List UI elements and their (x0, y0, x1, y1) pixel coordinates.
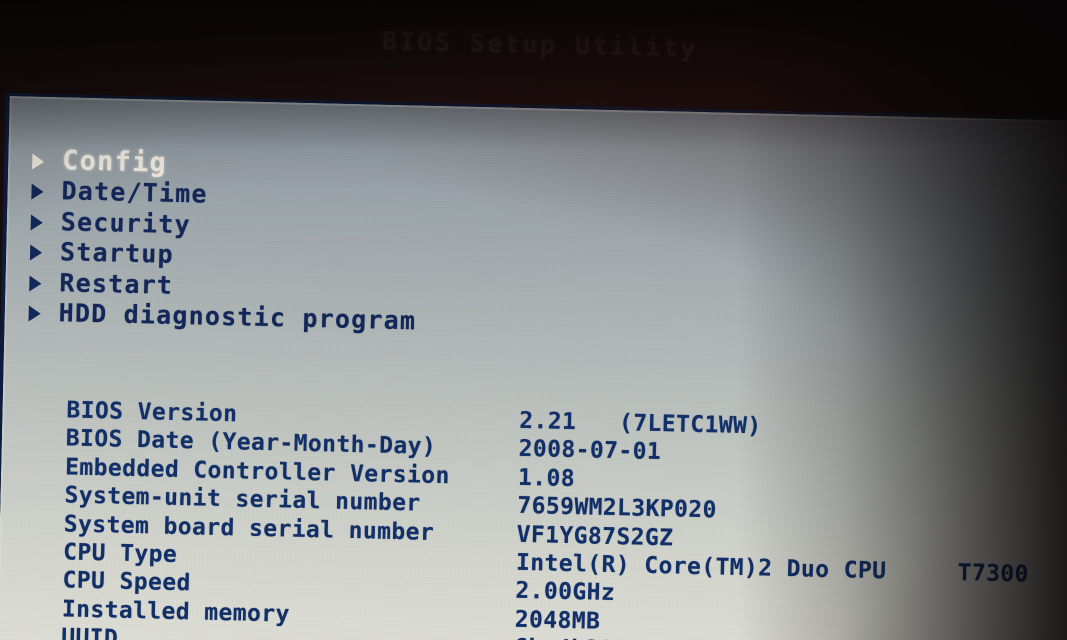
info-value: 2.00GHz (515, 578, 616, 607)
menu-item-label: Security (60, 206, 192, 239)
info-value: 1.08 (517, 464, 576, 492)
menu-item-label: HDD diagnostic program (58, 298, 417, 336)
system-information-table: BIOS Version 2.21 (7LETC1WW) BIOS Date (… (61, 397, 1033, 640)
info-value: 2008-07-01 (518, 436, 662, 466)
menu-item-label: Config (61, 144, 168, 179)
main-menu: Config Date/Time Security Startup Restar (26, 145, 420, 337)
triangle-right-icon (29, 183, 46, 200)
info-value: 2.21 (7LETC1WW) (519, 407, 762, 440)
bios-panel: Config Date/Time Security Startup Restar (0, 92, 1067, 640)
triangle-right-icon (26, 305, 43, 322)
menu-item-label: Startup (59, 237, 175, 270)
page-title: BIOS Setup Utility (381, 26, 698, 62)
menu-item-label: Date/Time (61, 176, 209, 209)
triangle-right-icon (30, 152, 47, 169)
title-band: BIOS Setup Utility (0, 0, 1067, 96)
menu-item-label: Restart (59, 267, 174, 300)
triangle-right-icon (29, 213, 46, 230)
info-value: 2048MB (514, 606, 601, 635)
info-value: 7659WM2L3KP020 (517, 492, 718, 524)
info-value: VF1YG87S2GZ (516, 521, 674, 551)
bios-panel-wrapper: Config Date/Time Security Startup Restar (0, 82, 1067, 640)
triangle-right-icon (27, 274, 44, 291)
bios-screen-photo: BIOS Setup Utility Config Date/Time Secu… (0, 0, 1067, 640)
triangle-right-icon (28, 244, 45, 261)
